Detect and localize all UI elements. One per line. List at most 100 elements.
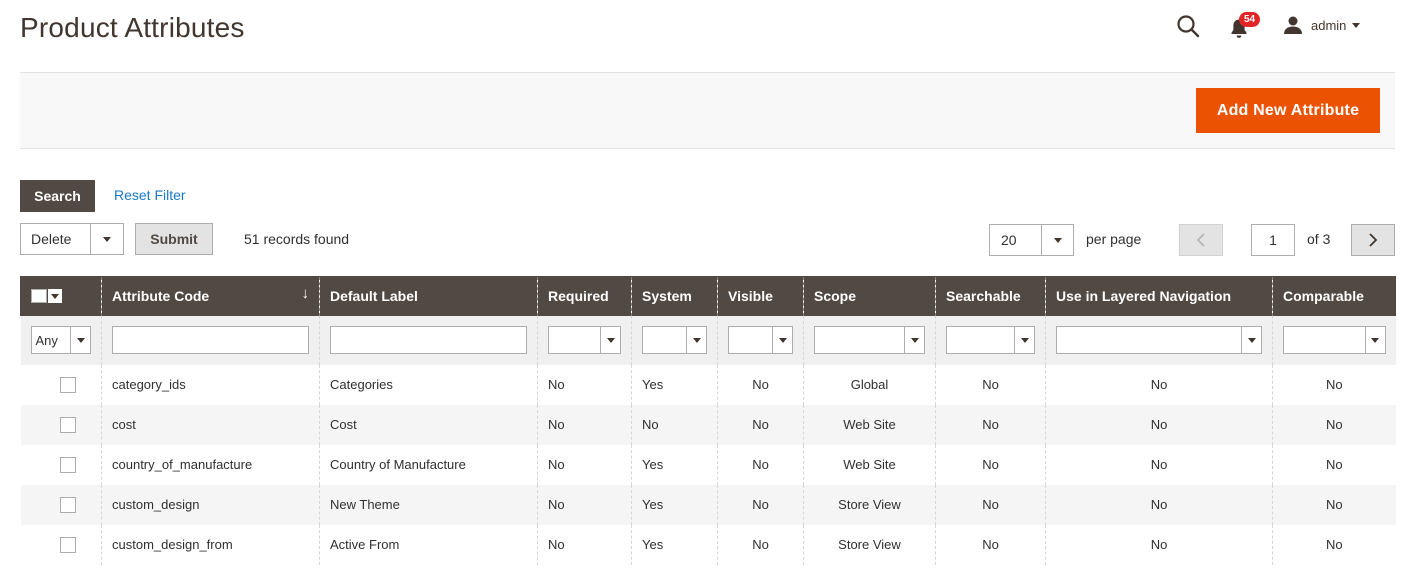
filter-searchable-select[interactable] (946, 326, 1035, 354)
column-header-required[interactable]: Required (537, 276, 632, 316)
column-header-layered-navigation[interactable]: Use in Layered Navigation (1045, 276, 1273, 316)
table-row[interactable]: cost Cost No No No Web Site No No No (20, 404, 1396, 445)
chevron-down-icon (692, 337, 701, 343)
previous-page-button[interactable] (1179, 224, 1223, 256)
cell-required: No (537, 404, 632, 445)
cell-required: No (537, 444, 632, 485)
cell-visible: No (717, 524, 804, 565)
filter-visible-select[interactable] (728, 326, 793, 354)
cell-searchable: No (935, 364, 1046, 405)
table-row[interactable]: category_ids Categories No Yes No Global No No N… (20, 364, 1396, 405)
mass-select-header[interactable] (20, 276, 102, 316)
per-page-value: 20 (1001, 232, 1017, 248)
search-icon[interactable] (1176, 14, 1200, 38)
chevron-down-icon (51, 293, 59, 299)
column-header-scope[interactable]: Scope (803, 276, 936, 316)
header-actions: 54 admin (1176, 10, 1406, 40)
chevron-down-icon (606, 337, 615, 343)
chevron-down-icon (910, 337, 919, 343)
cell-searchable: No (935, 444, 1046, 485)
cell-searchable: No (935, 404, 1046, 445)
filter-scope-select[interactable] (814, 326, 925, 354)
add-new-attribute-button[interactable]: Add New Attribute (1196, 88, 1380, 133)
column-header-system[interactable]: System (631, 276, 718, 316)
search-button[interactable]: Search (20, 180, 95, 212)
cell-required: No (537, 364, 632, 405)
filter-layered-navigation-select[interactable] (1056, 326, 1262, 354)
cell-layered-navigation: No (1045, 484, 1273, 525)
cell-searchable: No (935, 484, 1046, 525)
user-menu[interactable]: admin (1283, 14, 1361, 36)
mass-action-dropdown-toggle[interactable] (90, 224, 123, 254)
chevron-down-icon (1371, 337, 1379, 343)
chevron-down-icon (778, 337, 787, 343)
cell-scope: Global (803, 364, 936, 405)
column-header-comparable[interactable]: Comparable (1272, 276, 1396, 316)
column-header-searchable[interactable]: Searchable (935, 276, 1046, 316)
cell-visible: No (717, 364, 804, 405)
per-page-dropdown-toggle[interactable] (1041, 225, 1073, 255)
filter-mass-select[interactable]: Any (30, 326, 91, 354)
per-page-select[interactable]: 20 (989, 224, 1074, 256)
mass-select-dropdown[interactable] (48, 289, 62, 304)
chevron-down-icon (76, 337, 85, 343)
row-checkbox[interactable] (59, 376, 76, 393)
cell-default-label: Categories (319, 364, 538, 405)
row-checkbox[interactable] (59, 496, 76, 513)
cell-attribute-code: custom_design (101, 484, 320, 525)
cell-system: No (631, 404, 718, 445)
cell-system: Yes (631, 524, 718, 565)
table-row[interactable]: custom_design New Theme No Yes No Store View N… (20, 484, 1396, 525)
cell-scope: Web Site (803, 444, 936, 485)
cell-comparable: No (1272, 524, 1396, 565)
column-header-visible[interactable]: Visible (717, 276, 804, 316)
attributes-grid: Attribute Code ↓ Default Label Required S… (20, 276, 1396, 565)
cell-default-label: Country of Manufacture (319, 444, 538, 485)
submit-button[interactable]: Submit (135, 223, 213, 255)
chevron-down-icon (1352, 22, 1361, 28)
cell-layered-navigation: No (1045, 364, 1273, 405)
cell-system: Yes (631, 484, 718, 525)
cell-comparable: No (1272, 484, 1396, 525)
sort-down-icon: ↓ (301, 285, 310, 302)
row-checkbox[interactable] (59, 456, 76, 473)
cell-layered-navigation: No (1045, 524, 1273, 565)
records-found: 51 records found (244, 231, 350, 247)
user-icon (1284, 16, 1302, 34)
cell-required: No (537, 484, 632, 525)
column-header-default-label[interactable]: Default Label (319, 276, 538, 316)
notifications-button[interactable]: 54 (1229, 12, 1261, 40)
page-actions-bar: Add New Attribute (20, 72, 1395, 149)
filter-default-label-input[interactable] (330, 326, 527, 354)
grid-filter-row: Any (20, 315, 1396, 365)
row-checkbox[interactable] (59, 536, 76, 553)
column-header-attribute-code[interactable]: Attribute Code ↓ (101, 276, 320, 316)
cell-layered-navigation: No (1045, 404, 1273, 445)
current-page-input[interactable] (1251, 224, 1295, 256)
filter-comparable-select[interactable] (1283, 326, 1386, 354)
page-title: Product Attributes (20, 12, 245, 43)
cell-visible: No (717, 404, 804, 445)
reset-filter-link[interactable]: Reset Filter (114, 187, 186, 203)
cell-layered-navigation: No (1045, 444, 1273, 485)
table-row[interactable]: custom_design_from Active From No Yes No Stor… (20, 524, 1396, 565)
cell-comparable: No (1272, 404, 1396, 445)
filter-attribute-code-input[interactable] (112, 326, 309, 354)
chevron-right-icon (1369, 233, 1378, 247)
select-all-checkbox[interactable] (31, 289, 47, 304)
filter-required-select[interactable] (548, 326, 621, 354)
cell-default-label: Active From (319, 524, 538, 565)
cell-comparable: No (1272, 364, 1396, 405)
mass-action-select[interactable]: Delete (20, 223, 124, 255)
grid-header-row: Attribute Code ↓ Default Label Required S… (20, 276, 1396, 316)
cell-scope: Web Site (803, 404, 936, 445)
cell-attribute-code: category_ids (101, 364, 320, 405)
cell-system: Yes (631, 444, 718, 485)
table-row[interactable]: country_of_manufacture Country of Manufac… (20, 444, 1396, 485)
chevron-down-icon (1020, 337, 1029, 343)
chevron-down-icon (1247, 337, 1256, 343)
row-checkbox[interactable] (59, 416, 76, 433)
filter-system-select[interactable] (642, 326, 707, 354)
next-page-button[interactable] (1351, 224, 1395, 256)
cell-system: Yes (631, 364, 718, 405)
